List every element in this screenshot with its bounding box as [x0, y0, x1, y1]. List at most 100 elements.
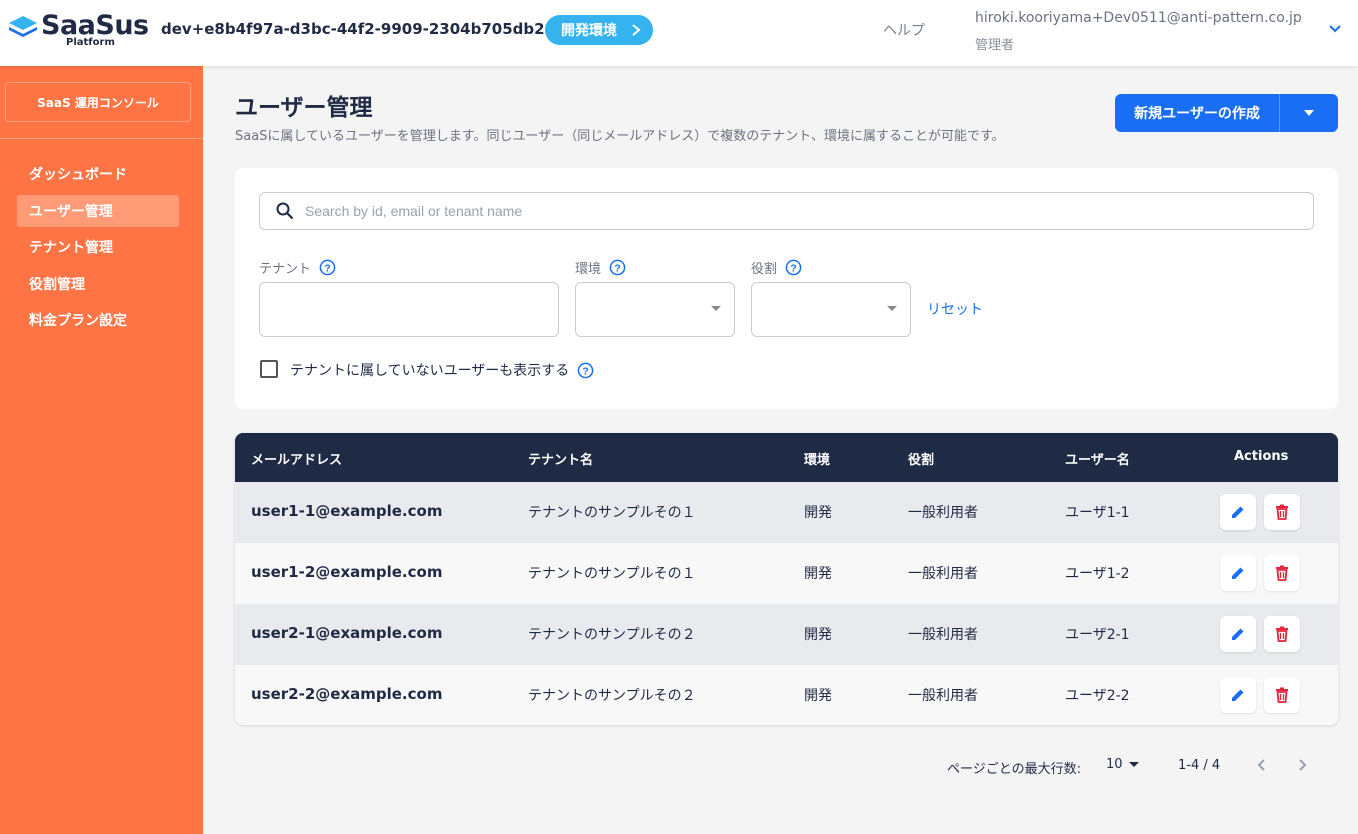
table-header: メールアドレス テナント名 環境 役割 ユーザー名 Actions — [235, 433, 1338, 482]
chevron-right-icon[interactable] — [1295, 757, 1309, 773]
cell-email: user1-1@example.com — [251, 502, 443, 520]
svg-text:?: ? — [790, 263, 796, 274]
sidebar: SaaS 運用コンソール ダッシュボード ユーザー管理 テナント管理 役割管理 … — [0, 66, 203, 834]
cell-role: 一般利用者 — [908, 688, 978, 704]
cell-env: 開発 — [804, 627, 832, 643]
show-unassigned-label-text: テナントに属していないユーザーも表示する — [290, 363, 570, 379]
search-icon — [276, 202, 294, 220]
pencil-icon — [1232, 628, 1244, 640]
edit-button[interactable] — [1220, 677, 1256, 713]
trash-icon — [1276, 565, 1288, 581]
delete-button[interactable] — [1264, 555, 1300, 591]
sidebar-item-pricing[interactable]: 料金プラン設定 — [17, 304, 179, 336]
tenant-filter-input[interactable] — [259, 282, 559, 337]
rows-per-page-select[interactable]: 10 — [1106, 757, 1123, 772]
create-user-dropdown-button[interactable] — [1280, 94, 1338, 132]
user-email[interactable]: hiroki.kooriyama+Dev0511@anti-pattern.co… — [975, 10, 1302, 26]
cell-username: ユーザ2-2 — [1065, 688, 1130, 704]
tenant-filter-label-text: テナント — [259, 262, 312, 277]
cell-tenant: テナントのサンプルその１ — [528, 566, 696, 582]
tenant-filter-label: テナント ? — [259, 258, 336, 277]
saasus-logo[interactable]: SaaSus Platform — [8, 10, 149, 50]
chevron-left-icon[interactable] — [1255, 757, 1269, 773]
role-filter-label-text: 役割 — [751, 262, 778, 277]
chevron-down-icon[interactable] — [1329, 24, 1341, 34]
column-header-username[interactable]: ユーザー名 — [1065, 449, 1130, 468]
table-row[interactable]: user2-1@example.com テナントのサンプルその２ 開発 一般利用… — [235, 604, 1338, 665]
env-badge-label: 開発環境 — [561, 23, 617, 39]
create-user-button-group: 新規ユーザーの作成 — [1115, 94, 1338, 132]
users-table: メールアドレス テナント名 環境 役割 ユーザー名 Actions user1-… — [235, 433, 1338, 725]
env-id: dev+e8b4f97a-d3bc-44f2-9909-2304b705db28 — [161, 20, 555, 38]
column-header-email[interactable]: メールアドレス — [251, 449, 342, 468]
cell-username: ユーザ1-1 — [1065, 505, 1130, 521]
edit-button[interactable] — [1220, 494, 1256, 530]
sidebar-item-tenants[interactable]: テナント管理 — [17, 231, 179, 263]
column-header-env[interactable]: 環境 — [804, 449, 830, 468]
delete-button[interactable] — [1264, 494, 1300, 530]
delete-button[interactable] — [1264, 616, 1300, 652]
caret-down-icon — [1304, 110, 1314, 116]
help-link[interactable]: ヘルプ — [883, 20, 925, 40]
help-circle-icon[interactable]: ? — [785, 259, 802, 276]
svg-text:?: ? — [324, 263, 330, 274]
pencil-icon — [1232, 567, 1244, 579]
filter-panel: テナント ? 環境 ? 役割 ? リセット テナントに属していないユーザーも表示… — [235, 168, 1338, 409]
help-circle-icon[interactable]: ? — [609, 259, 626, 276]
sidebar-item-dashboard[interactable]: ダッシュボード — [17, 158, 179, 190]
cell-role: 一般利用者 — [908, 566, 978, 582]
table-row[interactable]: user1-2@example.com テナントのサンプルその１ 開発 一般利用… — [235, 543, 1338, 604]
pagination-range: 1-4 / 4 — [1178, 758, 1221, 773]
edit-button[interactable] — [1220, 616, 1256, 652]
cell-email: user2-2@example.com — [251, 685, 443, 703]
column-header-role[interactable]: 役割 — [908, 449, 934, 468]
help-circle-icon[interactable]: ? — [577, 362, 594, 379]
rows-per-page-label: ページごとの最大行数: — [947, 762, 1081, 777]
cell-role: 一般利用者 — [908, 627, 978, 643]
page-title: ユーザー管理 — [235, 95, 373, 121]
env-filter-label-text: 環境 — [575, 262, 602, 277]
cell-email: user2-1@example.com — [251, 624, 443, 642]
cell-tenant: テナントのサンプルその１ — [528, 505, 696, 521]
cell-role: 一般利用者 — [908, 505, 978, 521]
column-header-tenant[interactable]: テナント名 — [528, 449, 593, 468]
cell-username: ユーザ1-2 — [1065, 566, 1130, 582]
table-row[interactable]: user2-2@example.com テナントのサンプルその２ 開発 一般利用… — [235, 665, 1338, 725]
logo-subtext: Platform — [66, 37, 115, 48]
cell-env: 開発 — [804, 566, 832, 582]
create-user-button[interactable]: 新規ユーザーの作成 — [1115, 94, 1280, 132]
svg-text:?: ? — [614, 263, 620, 274]
env-filter-select[interactable] — [575, 282, 735, 337]
delete-button[interactable] — [1264, 677, 1300, 713]
search-input[interactable] — [305, 194, 1295, 228]
sidebar-item-roles[interactable]: 役割管理 — [17, 268, 179, 300]
user-role: 管理者 — [975, 38, 1015, 53]
cell-username: ユーザ2-1 — [1065, 627, 1130, 643]
pencil-icon — [1232, 689, 1244, 701]
pencil-icon — [1232, 506, 1244, 518]
show-unassigned-checkbox[interactable] — [260, 360, 278, 378]
cell-tenant: テナントのサンプルその２ — [528, 688, 696, 704]
sidebar-item-users[interactable]: ユーザー管理 — [17, 195, 179, 227]
chevron-right-icon — [632, 24, 641, 36]
sidebar-divider — [0, 138, 203, 139]
column-header-actions: Actions — [1234, 449, 1289, 464]
cell-env: 開発 — [804, 505, 832, 521]
trash-icon — [1276, 504, 1288, 520]
svg-text:?: ? — [583, 366, 589, 377]
help-circle-icon[interactable]: ? — [319, 259, 336, 276]
trash-icon — [1276, 687, 1288, 703]
role-filter-select[interactable] — [751, 282, 911, 337]
page-description: SaaSに属しているユーザーを管理します。同じユーザー（同じメールアドレス）で複… — [235, 129, 1005, 144]
edit-button[interactable] — [1220, 555, 1256, 591]
saas-console-button[interactable]: SaaS 運用コンソール — [5, 82, 191, 122]
env-badge-button[interactable]: 開発環境 — [545, 15, 653, 45]
cell-email: user1-2@example.com — [251, 563, 443, 581]
cell-env: 開発 — [804, 688, 832, 704]
role-filter-label: 役割 ? — [751, 258, 802, 277]
reset-link[interactable]: リセット — [927, 299, 983, 319]
trash-icon — [1276, 626, 1288, 642]
caret-down-icon[interactable] — [1129, 762, 1139, 767]
cell-tenant: テナントのサンプルその２ — [528, 627, 696, 643]
table-row[interactable]: user1-1@example.com テナントのサンプルその１ 開発 一般利用… — [235, 482, 1338, 543]
